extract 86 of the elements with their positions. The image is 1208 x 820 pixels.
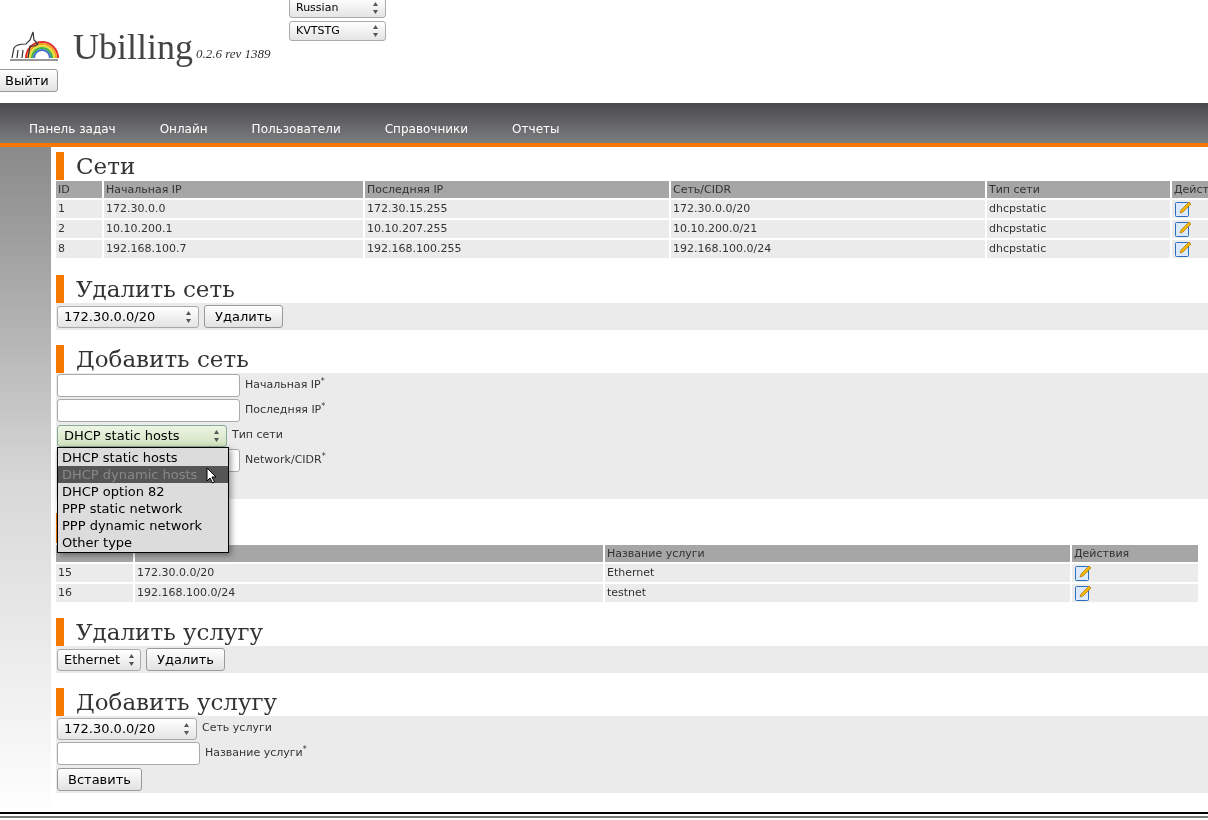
required-mark: * (321, 451, 326, 461)
table-cell: dhcpstatic (987, 200, 1170, 218)
dropdown-option[interactable]: Other type (58, 534, 228, 551)
column-header: ID (56, 181, 102, 198)
version-text: 0.2.6 rev 1389 (196, 45, 271, 63)
column-header: Действия (1072, 545, 1198, 562)
table-cell: Ethernet (605, 564, 1070, 582)
dropdown-option[interactable]: PPP static network (58, 500, 228, 517)
section-title: Добавить сеть (76, 345, 249, 373)
action-button[interactable]: Удалить (204, 305, 283, 328)
action-button[interactable]: Удалить (146, 648, 225, 671)
dropdown-option[interactable]: DHCP static hosts (58, 449, 228, 466)
nav-link[interactable]: Онлайн (159, 120, 208, 138)
required-mark: * (320, 376, 325, 386)
nav-link[interactable]: Панель задач (29, 120, 116, 138)
select-field[interactable]: 172.30.0.0/20 (57, 717, 197, 740)
mouse-cursor-icon (206, 467, 217, 484)
column-header: Дейст (1172, 181, 1208, 198)
section-marker (56, 688, 64, 716)
table-cell: 192.168.100.0/24 (671, 240, 985, 258)
select-field[interactable]: KVTSTG (289, 21, 386, 41)
section-marker (56, 152, 64, 180)
column-header: Название услуги (605, 545, 1070, 562)
field-label: Начальная IP (245, 378, 321, 394)
dropdown-option[interactable]: PPP dynamic network (58, 517, 228, 534)
field-label: Название услуги (205, 745, 303, 762)
table-cell: 192.168.100.7 (104, 240, 363, 258)
table-cell: 172.30.0.0/20 (671, 200, 985, 218)
table-cell: dhcpstatic (987, 240, 1170, 258)
action-button[interactable]: Вставить (57, 768, 142, 792)
nav-link[interactable]: Отчеты (512, 120, 560, 138)
table-cell: 1 (56, 200, 102, 218)
section-title: Сети (76, 152, 136, 180)
section-marker (56, 618, 64, 646)
table-cell: 10.10.200.0/21 (671, 220, 985, 238)
spinner-arrows-icon (185, 309, 192, 324)
table-cell: 192.168.100.0/24 (135, 584, 603, 602)
table-cell: dhcpstatic (987, 220, 1170, 238)
section-title: Удалить услугу (76, 618, 264, 646)
table-cell: 2 (56, 220, 102, 238)
required-mark: * (321, 401, 326, 411)
input-field[interactable] (57, 399, 240, 422)
spinner-arrows-icon (372, 1, 379, 15)
edit-icon[interactable] (1075, 585, 1091, 601)
table-cell: 172.30.0.0 (104, 200, 363, 218)
table-cell: 16 (56, 584, 133, 602)
column-header: Сеть/CIDR (671, 181, 985, 198)
select-field[interactable]: Russian (289, 0, 386, 18)
nav-link[interactable]: Справочники (384, 120, 469, 138)
select-field[interactable]: DHCP static hosts (57, 424, 227, 447)
section-title: Удалить сеть (76, 275, 235, 303)
section-title: Добавить услугу (76, 688, 278, 716)
field-label: Network/CIDR (245, 453, 322, 469)
field-label: Последняя IP (245, 403, 322, 419)
spinner-arrows-icon (213, 428, 220, 443)
logout-button[interactable]: Выйти (0, 69, 58, 92)
table-cell: 10.10.207.255 (365, 220, 669, 238)
edit-icon[interactable] (1175, 221, 1191, 237)
field-label: Сеть услуги (202, 720, 272, 737)
table-cell: 172.30.0.0/20 (135, 564, 603, 582)
edit-icon[interactable] (1175, 241, 1191, 257)
column-header: Последняя IP (365, 181, 669, 198)
logo-text: Ubilling (73, 27, 193, 67)
edit-icon[interactable] (1075, 565, 1091, 581)
spinner-arrows-icon (183, 721, 190, 736)
field-label: Тип сети (232, 427, 283, 444)
table-cell: 8 (56, 240, 102, 258)
table-cell: 172.30.15.255 (365, 200, 669, 218)
table-cell: 10.10.200.1 (104, 220, 363, 238)
input-field[interactable] (57, 742, 200, 765)
nav-link[interactable]: Пользователи (251, 120, 341, 138)
section-marker (56, 275, 64, 303)
select-field[interactable]: 172.30.0.0/20 (57, 305, 199, 328)
table-cell: 192.168.100.255 (365, 240, 669, 258)
spinner-arrows-icon (372, 24, 379, 38)
column-header: Начальная IP (104, 181, 363, 198)
spinner-arrows-icon (128, 652, 135, 667)
select-field[interactable]: Ethernet (57, 648, 141, 671)
input-field[interactable] (57, 374, 240, 397)
section-marker (56, 345, 64, 373)
dropdown-option[interactable]: DHCP option 82 (58, 483, 228, 500)
required-mark: * (302, 744, 307, 756)
column-header: Тип сети (987, 181, 1170, 198)
table-cell: 15 (56, 564, 133, 582)
edit-icon[interactable] (1175, 201, 1191, 217)
table-cell: testnet (605, 584, 1070, 602)
